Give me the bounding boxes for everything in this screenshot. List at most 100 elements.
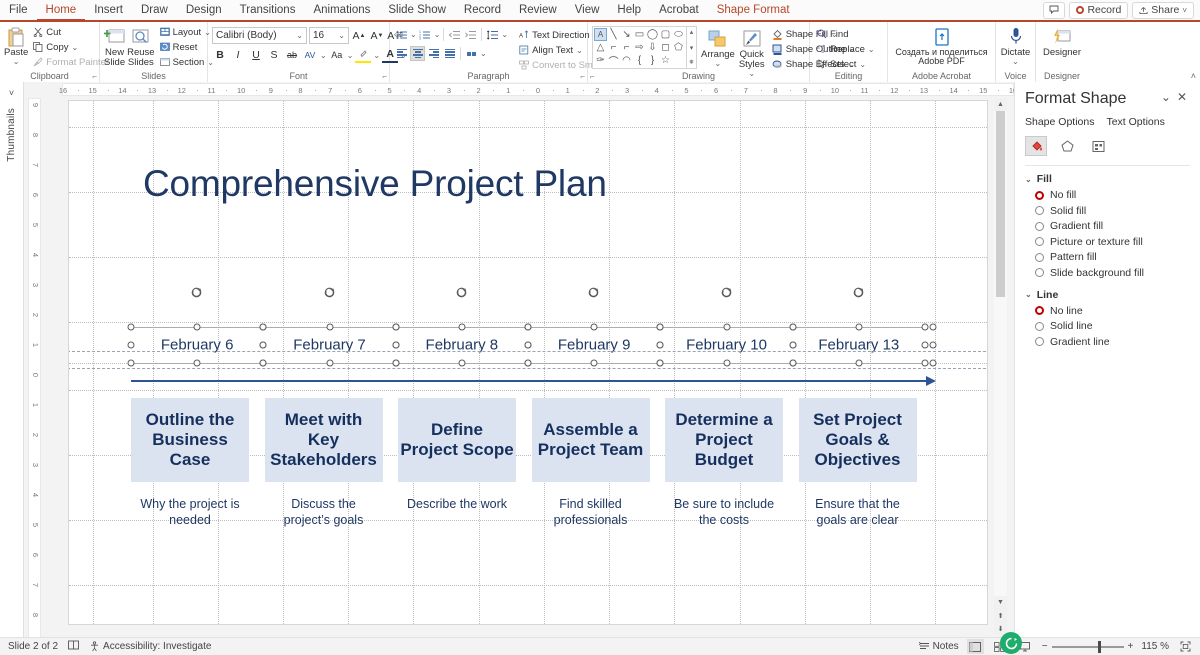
shape-flowchart-icon[interactable]: ◻ <box>659 41 672 54</box>
chevron-down-icon[interactable]: ⌄ <box>347 51 354 60</box>
dictate-button[interactable]: Dictate ⌄ <box>1000 24 1031 66</box>
text-highlight-button[interactable] <box>355 47 372 63</box>
milestone-caption[interactable]: Describe the work <box>398 496 516 512</box>
shape-connector-icon[interactable]: ⌐ <box>620 41 633 54</box>
radio-option[interactable]: Gradient fill <box>1035 220 1190 232</box>
tab-shape-format[interactable]: Shape Format <box>708 0 799 21</box>
selection-handle[interactable] <box>656 323 664 331</box>
rotation-handle-icon[interactable] <box>191 287 204 300</box>
normal-view-icon[interactable] <box>966 639 984 654</box>
shape-left-brace-icon[interactable]: { <box>633 54 646 67</box>
radio-option[interactable]: Slide background fill <box>1035 267 1190 279</box>
slide-counter[interactable]: Slide 2 of 2 <box>8 641 58 652</box>
strikethrough-button[interactable]: ab <box>284 47 300 63</box>
drawing-dialog-launcher[interactable]: ⌐ <box>590 72 595 81</box>
notes-button[interactable]: Notes <box>918 641 959 652</box>
selection-handle[interactable] <box>326 323 333 331</box>
shape-textbox-icon[interactable]: A <box>594 28 607 41</box>
create-share-pdf-button[interactable]: Создать и поделиться Adobe PDF <box>892 24 991 67</box>
shape-arrow-icon[interactable]: ↘ <box>620 28 633 41</box>
chevron-down-icon[interactable]: ⌄ <box>296 31 303 40</box>
character-spacing-button[interactable]: AV <box>302 47 318 63</box>
selection-handle[interactable] <box>929 323 937 331</box>
scroll-down-icon[interactable]: ▾ <box>690 44 694 52</box>
milestone-box[interactable]: Set Project Goals & Objectives <box>798 398 917 482</box>
zoom-slider[interactable]: − + <box>1042 640 1133 653</box>
selection-handle[interactable] <box>392 341 400 349</box>
selection-handle[interactable] <box>458 323 466 331</box>
decrease-indent-button[interactable] <box>447 27 462 42</box>
align-left-button[interactable] <box>394 46 409 61</box>
tab-home[interactable]: Home <box>36 0 86 21</box>
tab-help[interactable]: Help <box>608 0 650 21</box>
scrollbar-track[interactable] <box>994 111 1007 596</box>
decrease-font-size-button[interactable]: A ▼ <box>369 28 385 44</box>
rotation-handle-icon[interactable] <box>720 287 733 300</box>
radio-button[interactable] <box>1035 252 1044 262</box>
book-icon[interactable] <box>68 640 79 653</box>
zoom-out-button[interactable]: − <box>1042 641 1048 652</box>
shape-pentagon-icon[interactable]: ⬠ <box>672 41 685 54</box>
increase-font-size-button[interactable]: A ▲ <box>351 28 367 44</box>
tab-record[interactable]: Record <box>455 0 510 21</box>
chevron-down-icon[interactable]: ⌄ <box>338 31 345 40</box>
selection-handle[interactable] <box>929 341 937 349</box>
selection-handle[interactable] <box>789 341 797 349</box>
shape-star-icon[interactable]: ☆ <box>659 54 672 67</box>
previous-slide-icon[interactable]: ⬆ <box>994 609 1007 622</box>
tab-text-options[interactable]: Text Options <box>1106 116 1164 128</box>
scroll-up-icon[interactable]: ▴ <box>690 28 694 36</box>
record-button[interactable]: Record <box>1069 1 1129 19</box>
paste-button[interactable]: Paste ⌄ <box>4 24 28 66</box>
tab-insert[interactable]: Insert <box>85 0 132 21</box>
thumbnails-pane[interactable]: ˅ Thumbnails <box>0 82 24 637</box>
font-size-combo[interactable]: 16 ⌄ <box>309 27 349 44</box>
shape-triangle-icon[interactable]: △ <box>594 41 607 54</box>
tab-shape-options[interactable]: Shape Options <box>1025 116 1094 128</box>
radio-button[interactable] <box>1035 268 1044 277</box>
numbering-button[interactable]: 123 <box>418 27 433 42</box>
share-button[interactable]: Share ˅ <box>1132 1 1194 19</box>
selection-handle[interactable] <box>193 323 201 331</box>
size-layout-icon[interactable] <box>1087 136 1109 156</box>
radio-button[interactable] <box>1035 337 1044 346</box>
selection-handle[interactable] <box>259 323 267 331</box>
chevron-down-icon[interactable]: ⌄ <box>434 30 441 39</box>
align-right-button[interactable] <box>426 46 441 61</box>
bold-button[interactable]: B <box>212 47 228 63</box>
reuse-slides-button[interactable]: Reuse Slides <box>127 24 155 68</box>
tab-slide-show[interactable]: Slide Show <box>379 0 455 21</box>
horizontal-ruler[interactable]: 16 15 14 13 12 11 10 9 8 7 6 5 4 3 2 1 0 1 2 3 4 5 6 7 8 9 10 11 12 1… <box>59 82 1017 97</box>
shapes-gallery-scroll[interactable]: ▴ ▾ ⩨ <box>686 27 696 68</box>
screen-recorder-badge[interactable] <box>1000 632 1022 654</box>
line-spacing-button[interactable] <box>485 27 500 42</box>
scroll-down-icon[interactable]: ▼ <box>994 596 1007 609</box>
increase-indent-button[interactable] <box>463 27 478 42</box>
shape-down-arrow-icon[interactable]: ⇩ <box>646 41 659 54</box>
selection-handle[interactable] <box>723 323 730 331</box>
milestone-caption[interactable]: Discuss the project’s goals <box>265 496 383 529</box>
shape-line-icon[interactable]: ╲ <box>607 28 620 41</box>
rotation-handle-icon[interactable] <box>323 287 336 300</box>
italic-button[interactable]: I <box>230 47 246 63</box>
milestone-box[interactable]: Define Project Scope <box>398 398 516 482</box>
shapes-gallery[interactable]: A ╲ ↘ ▭ ◯ ▢ ⬭ △ ⌐ ⌐ ⇨ ⇩ ◻ ⬠ ✑ ⌒ ◠ {} ☆ … <box>592 26 697 69</box>
font-name-combo[interactable]: Calibri (Body) ⌄ <box>212 27 307 44</box>
text-shadow-button[interactable]: S <box>266 47 282 63</box>
chevron-down-icon[interactable]: ⌄ <box>320 51 327 60</box>
tab-view[interactable]: View <box>566 0 609 21</box>
radio-button[interactable] <box>1035 221 1044 231</box>
shape-right-brace-icon[interactable]: } <box>646 54 659 67</box>
tab-acrobat[interactable]: Acrobat <box>650 0 708 21</box>
radio-option[interactable]: Picture or texture fill <box>1035 236 1190 248</box>
milestone-box[interactable]: Assemble a Project Team <box>531 398 650 482</box>
chevron-down-icon[interactable]: ⌄ <box>868 45 875 54</box>
milestone-box[interactable]: Meet with Key Stakeholders <box>264 398 383 482</box>
selection-handle[interactable] <box>524 341 532 349</box>
slide-title[interactable]: Comprehensive Project Plan <box>143 163 607 205</box>
chevron-down-icon[interactable]: ⌄ <box>410 30 417 39</box>
rotation-handle-icon[interactable] <box>588 287 601 300</box>
timeline-arrow-line[interactable] <box>131 380 926 382</box>
chevron-down-icon[interactable]: ⌄ <box>373 51 380 60</box>
accessibility-status[interactable]: Accessibility: Investigate <box>89 641 211 652</box>
